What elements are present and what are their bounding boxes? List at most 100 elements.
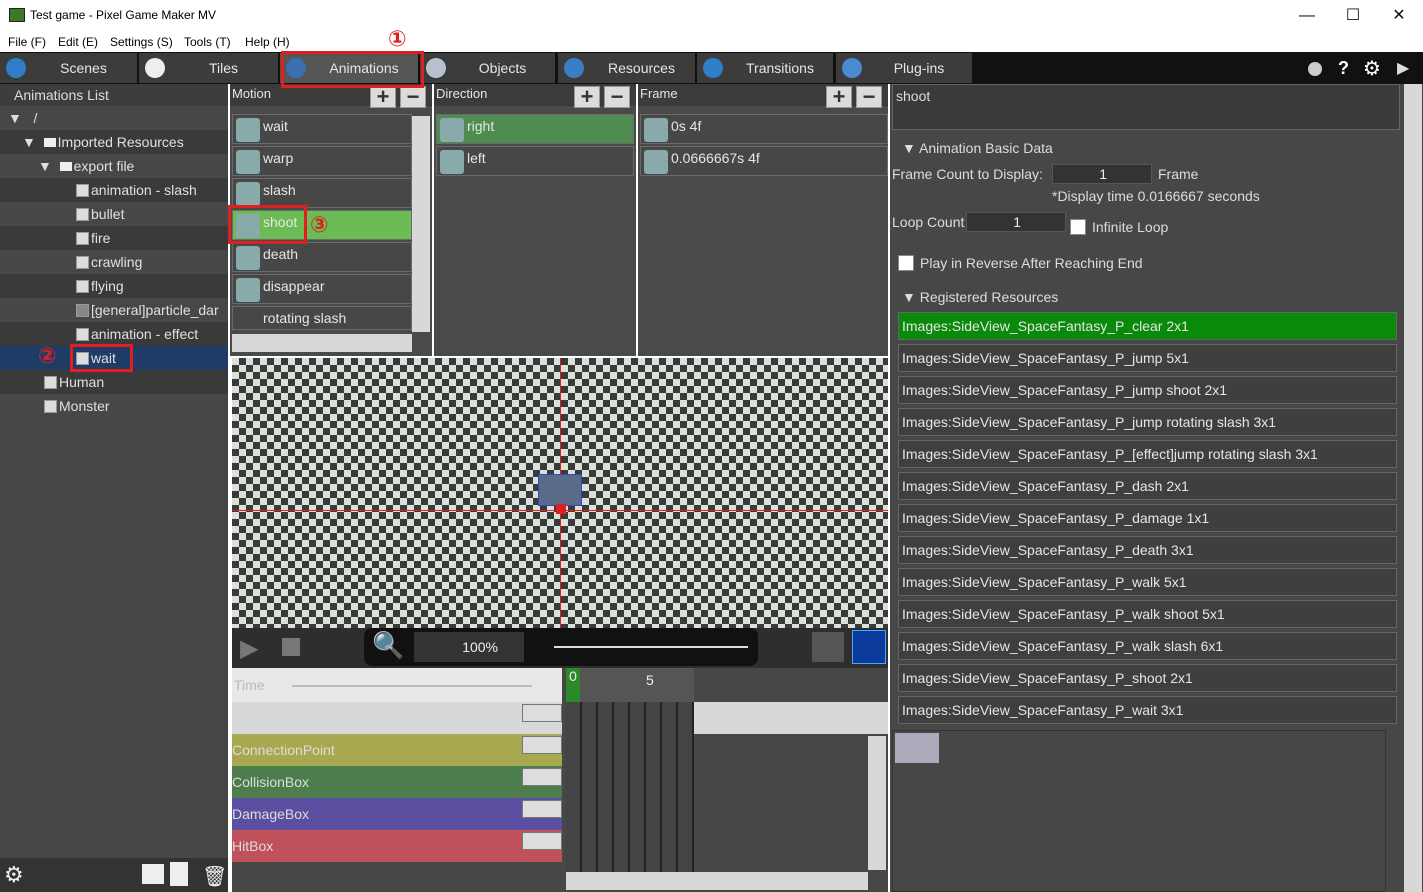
zoom-slider[interactable] [554, 646, 748, 648]
lock-eye-icons[interactable] [522, 736, 562, 754]
add-motion-button[interactable]: + [370, 86, 396, 108]
motion-h-scrollbar[interactable] [232, 334, 412, 352]
tree-item[interactable]: fire [0, 226, 228, 250]
menu-file[interactable]: File (F) [8, 35, 46, 49]
resource-item[interactable]: Images:SideView_SpaceFantasy_P_damage 1x… [898, 504, 1397, 532]
stop-button[interactable] [282, 638, 300, 656]
motion-item[interactable]: slash [232, 178, 412, 208]
time-zoom-slider[interactable] [292, 685, 532, 687]
add-frame-button[interactable]: + [826, 86, 852, 108]
add-direction-button[interactable]: + [574, 86, 600, 108]
remove-direction-button[interactable]: − [604, 86, 630, 108]
play-icon[interactable]: ▶ [1397, 58, 1409, 78]
animation-icon [76, 208, 89, 221]
resource-item[interactable]: Images:SideView_SpaceFantasy_P_[effect]j… [898, 440, 1397, 468]
tree-export-file[interactable]: ▼ export file [0, 154, 228, 178]
track-damage-box[interactable]: DamageBox [232, 798, 562, 830]
frame-item[interactable]: 0s 4f [640, 114, 888, 144]
resource-item[interactable]: Images:SideView_SpaceFantasy_P_death 3x1 [898, 536, 1397, 564]
remove-frame-button[interactable]: − [856, 86, 882, 108]
tree-item[interactable]: animation - effect [0, 322, 228, 346]
tree-item[interactable]: animation - slash [0, 178, 228, 202]
gear-icon[interactable]: ⚙ [1363, 56, 1381, 81]
motion-item[interactable]: death [232, 242, 412, 272]
tab-plugins[interactable]: Plug-ins [836, 53, 972, 83]
reverse-checkbox[interactable] [898, 255, 914, 271]
motion-item[interactable]: disappear [232, 274, 412, 304]
maximize-button[interactable]: ☐ [1330, 0, 1376, 32]
menu-tools[interactable]: Tools (T) [184, 35, 231, 49]
grid-toggle-icon[interactable] [852, 630, 886, 664]
motion-name-field[interactable]: shoot [892, 84, 1400, 130]
tree-monster[interactable]: Monster [0, 394, 228, 418]
right-scrollbar[interactable] [1404, 84, 1422, 892]
direction-item-left[interactable]: left [436, 146, 634, 176]
resource-item[interactable]: Images:SideView_SpaceFantasy_P_wait 3x1 [898, 696, 1397, 724]
tab-resources[interactable]: Resources [558, 53, 695, 83]
registered-resources-header[interactable]: ▼ Registered Resources [902, 289, 1058, 305]
resource-item[interactable]: Images:SideView_SpaceFantasy_P_jump 5x1 [898, 344, 1397, 372]
character-sprite[interactable] [538, 474, 582, 506]
resource-item[interactable]: Images:SideView_SpaceFantasy_P_clear 2x1 [898, 312, 1397, 340]
minimize-button[interactable]: — [1284, 0, 1330, 32]
resource-item[interactable]: Images:SideView_SpaceFantasy_P_walk 5x1 [898, 568, 1397, 596]
settings-gear-icon[interactable]: ⚙ [4, 862, 24, 888]
network-icon[interactable] [1308, 62, 1322, 76]
timeline-h-scrollbar[interactable] [566, 872, 868, 890]
sprite-thumbnail[interactable] [895, 733, 939, 763]
play-button[interactable]: ▶ [240, 634, 258, 663]
menu-bar: File (F) Edit (E) Settings (S) Tools (T)… [0, 32, 1423, 52]
resource-item[interactable]: Images:SideView_SpaceFantasy_P_jump shoo… [898, 376, 1397, 404]
tree-item[interactable]: bullet [0, 202, 228, 226]
help-icon[interactable]: ? [1338, 58, 1349, 79]
menu-settings[interactable]: Settings (S) [110, 35, 173, 49]
tab-tiles[interactable]: Tiles [139, 53, 278, 83]
tree-root[interactable]: ▼ / [0, 106, 228, 130]
menu-help[interactable]: Help (H) [245, 35, 290, 49]
track-collision-box[interactable]: CollisionBox [232, 766, 562, 798]
origin-point[interactable] [556, 504, 566, 514]
tree-imported-resources[interactable]: ▼ Imported Resources [0, 130, 228, 154]
motion-item[interactable]: rotating slash [232, 306, 412, 330]
add-file-icon[interactable] [170, 862, 188, 886]
resource-item[interactable]: Images:SideView_SpaceFantasy_P_dash 2x1 [898, 472, 1397, 500]
tab-transitions[interactable]: Transitions [697, 53, 833, 83]
menu-edit[interactable]: Edit (E) [58, 35, 98, 49]
timeline-v-scrollbar[interactable] [868, 736, 886, 870]
resource-item[interactable]: Images:SideView_SpaceFantasy_P_jump rota… [898, 408, 1397, 436]
tree-item[interactable]: flying [0, 274, 228, 298]
loop-count-spinner[interactable]: 1 [966, 212, 1066, 232]
lock-eye-icons[interactable] [522, 800, 562, 818]
lock-eye-icons[interactable] [522, 832, 562, 850]
remove-motion-button[interactable]: − [400, 86, 426, 108]
basic-data-header[interactable]: ▼ Animation Basic Data [902, 140, 1053, 156]
close-button[interactable]: ✕ [1376, 0, 1422, 32]
infinite-loop-checkbox[interactable] [1070, 219, 1086, 235]
tab-objects[interactable]: Objects [420, 53, 555, 83]
keyframe-grid[interactable] [566, 702, 694, 874]
add-folder-icon[interactable] [142, 864, 164, 884]
track-connection-point[interactable]: ConnectionPoint [232, 734, 562, 766]
resource-item[interactable]: Images:SideView_SpaceFantasy_P_walk shoo… [898, 600, 1397, 628]
character-sprite-icon [440, 150, 464, 174]
tab-scenes[interactable]: Scenes [0, 53, 137, 83]
motion-item[interactable]: warp [232, 146, 412, 176]
motion-scrollbar[interactable] [412, 116, 430, 332]
trash-icon[interactable]: 🗑 [202, 864, 227, 889]
lock-eye-icons[interactable] [522, 704, 562, 722]
resource-item[interactable]: Images:SideView_SpaceFantasy_P_walk slas… [898, 632, 1397, 660]
frame-count-spinner[interactable]: 1 [1052, 164, 1152, 184]
zoom-value[interactable]: 100% [414, 632, 524, 662]
direction-item-right[interactable]: right [436, 114, 634, 144]
tree-human[interactable]: Human [0, 370, 228, 394]
tree-item[interactable]: crawling [0, 250, 228, 274]
animation-preview-canvas[interactable] [232, 358, 888, 628]
motion-item[interactable]: wait [232, 114, 412, 144]
onion-skin-icon[interactable] [812, 632, 844, 662]
lock-eye-icons[interactable] [522, 768, 562, 786]
animation-icon [76, 328, 89, 341]
track-hit-box[interactable]: HitBox [232, 830, 562, 862]
frame-item[interactable]: 0.0666667s 4f [640, 146, 888, 176]
tree-item[interactable]: [general]particle_dar [0, 298, 228, 322]
resource-item[interactable]: Images:SideView_SpaceFantasy_P_shoot 2x1 [898, 664, 1397, 692]
